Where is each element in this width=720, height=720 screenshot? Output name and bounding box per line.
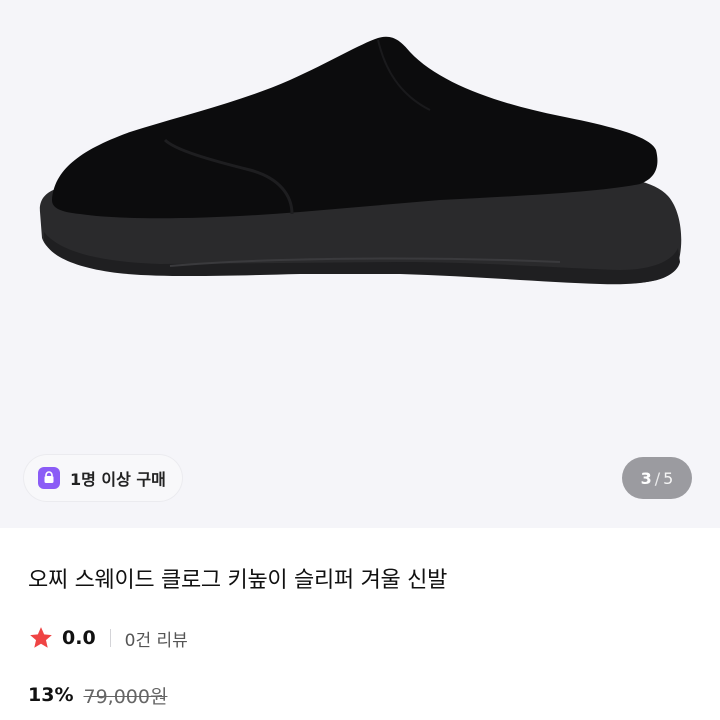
page-separator: / [654,468,661,488]
badge-label: 1명 이상 구매 [70,470,166,489]
rating-value: 0.0 [62,627,96,649]
discount-rate: 13% [28,684,74,706]
product-image [39,36,682,285]
original-price: 79,000원 [83,685,168,708]
product-image-carousel[interactable]: 1명 이상 구매 3 / 5 [0,0,720,528]
rating-divider [109,629,111,647]
product-title: 오찌 스웨이드 클로그 키높이 슬리퍼 겨울 신발 [28,568,448,593]
rating-row[interactable]: 0.0 0건 리뷰 [28,624,188,652]
shopping-bag-icon [38,467,60,489]
review-count[interactable]: 0건 리뷰 [125,626,188,651]
price-row: 13% 79,000원 [28,680,167,710]
image-page-indicator: 3 / 5 [622,457,692,499]
total-pages: 5 [663,468,674,488]
current-page: 3 [640,468,652,488]
star-icon [30,627,52,648]
purchase-count-badge: 1명 이상 구매 [24,455,182,501]
